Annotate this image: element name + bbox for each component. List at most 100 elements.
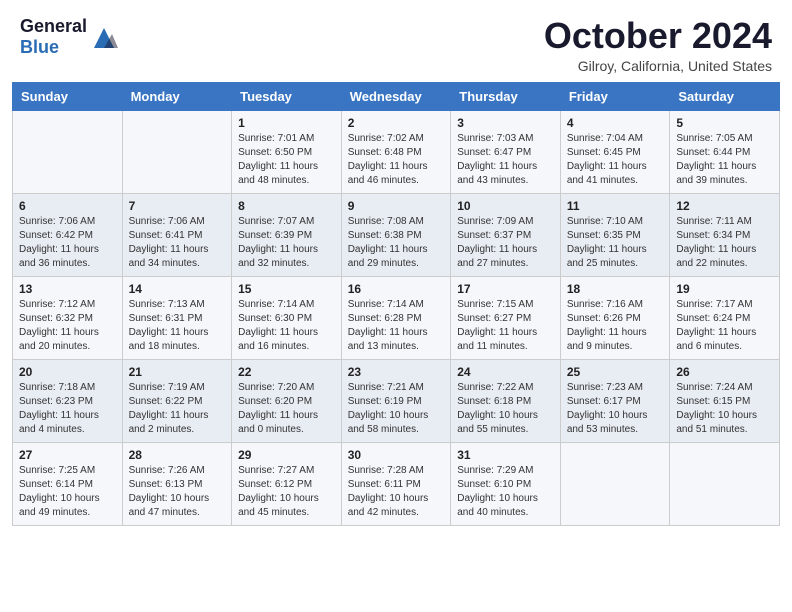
day-number: 9 (348, 199, 445, 213)
day-info: Sunrise: 7:12 AMSunset: 6:32 PMDaylight:… (19, 298, 116, 354)
day-number: 19 (676, 282, 773, 296)
day-number: 14 (129, 282, 226, 296)
day-number: 17 (457, 282, 554, 296)
day-info: Sunrise: 7:10 AMSunset: 6:35 PMDaylight:… (567, 215, 664, 271)
cell-w1-d5: 4 Sunrise: 7:04 AMSunset: 6:45 PMDaylight… (560, 110, 670, 193)
calendar-header: Sunday Monday Tuesday Wednesday Thursday… (13, 82, 780, 110)
calendar-wrapper: Sunday Monday Tuesday Wednesday Thursday… (0, 82, 792, 538)
day-info: Sunrise: 7:06 AMSunset: 6:41 PMDaylight:… (129, 215, 226, 271)
day-number: 1 (238, 116, 335, 130)
day-number: 6 (19, 199, 116, 213)
week-row-2: 6 Sunrise: 7:06 AMSunset: 6:42 PMDaylight… (13, 193, 780, 276)
day-info: Sunrise: 7:06 AMSunset: 6:42 PMDaylight:… (19, 215, 116, 271)
cell-w5-d0: 27Sunrise: 7:25 AMSunset: 6:14 PMDayligh… (13, 442, 123, 525)
day-info: Sunrise: 7:24 AMSunset: 6:15 PMDaylight:… (676, 381, 773, 437)
logo: General Blue (20, 16, 118, 57)
cell-w2-d2: 8 Sunrise: 7:07 AMSunset: 6:39 PMDaylight… (232, 193, 342, 276)
cell-w4-d4: 24 Sunrise: 7:22 AMSunset: 6:18 PMDayligh… (451, 359, 561, 442)
day-number: 29 (238, 448, 335, 462)
day-info: Sunrise: 7:17 AMSunset: 6:24 PMDaylight:… (676, 298, 773, 354)
logo-icon (90, 24, 118, 52)
day-number: 26 (676, 365, 773, 379)
day-number: 30 (348, 448, 445, 462)
day-info: Sunrise: 7:19 AMSunset: 6:22 PMDaylight:… (129, 381, 226, 437)
cell-w5-d1: 28 Sunrise: 7:26 AMSunset: 6:13 PMDayligh… (122, 442, 232, 525)
day-number: 18 (567, 282, 664, 296)
cell-w5-d3: 30Sunrise: 7:28 AMSunset: 6:11 PMDayligh… (341, 442, 451, 525)
cell-w5-d6 (670, 442, 780, 525)
day-info: Sunrise: 7:14 AMSunset: 6:28 PMDaylight:… (348, 298, 445, 354)
day-info: Sunrise: 7:09 AMSunset: 6:37 PMDaylight:… (457, 215, 554, 271)
day-info: Sunrise: 7:16 AMSunset: 6:26 PMDaylight:… (567, 298, 664, 354)
header-sunday: Sunday (13, 82, 123, 110)
day-info: Sunrise: 7:02 AMSunset: 6:48 PMDaylight:… (348, 132, 445, 188)
header: General Blue October 2024 Gilroy, Califo… (0, 0, 792, 82)
header-friday: Friday (560, 82, 670, 110)
cell-w4-d2: 22Sunrise: 7:20 AMSunset: 6:20 PMDayligh… (232, 359, 342, 442)
day-info: Sunrise: 7:27 AMSunset: 6:12 PMDaylight:… (238, 464, 335, 520)
day-info: Sunrise: 7:20 AMSunset: 6:20 PMDaylight:… (238, 381, 335, 437)
cell-w2-d3: 9Sunrise: 7:08 AMSunset: 6:38 PMDaylight… (341, 193, 451, 276)
cell-w3-d5: 18 Sunrise: 7:16 AMSunset: 6:26 PMDayligh… (560, 276, 670, 359)
day-number: 31 (457, 448, 554, 462)
cell-w5-d5 (560, 442, 670, 525)
day-info: Sunrise: 7:25 AMSunset: 6:14 PMDaylight:… (19, 464, 116, 520)
cell-w1-d4: 3Sunrise: 7:03 AMSunset: 6:47 PMDaylight… (451, 110, 561, 193)
week-row-5: 27Sunrise: 7:25 AMSunset: 6:14 PMDayligh… (13, 442, 780, 525)
cell-w4-d3: 23 Sunrise: 7:21 AMSunset: 6:19 PMDayligh… (341, 359, 451, 442)
day-info: Sunrise: 7:07 AMSunset: 6:39 PMDaylight:… (238, 215, 335, 271)
day-number: 12 (676, 199, 773, 213)
day-number: 10 (457, 199, 554, 213)
day-info: Sunrise: 7:11 AMSunset: 6:34 PMDaylight:… (676, 215, 773, 271)
cell-w3-d3: 16 Sunrise: 7:14 AMSunset: 6:28 PMDayligh… (341, 276, 451, 359)
week-row-3: 13 Sunrise: 7:12 AMSunset: 6:32 PMDayligh… (13, 276, 780, 359)
calendar-table: Sunday Monday Tuesday Wednesday Thursday… (12, 82, 780, 526)
cell-w2-d1: 7Sunrise: 7:06 AMSunset: 6:41 PMDaylight… (122, 193, 232, 276)
week-row-4: 20Sunrise: 7:18 AMSunset: 6:23 PMDayligh… (13, 359, 780, 442)
day-info: Sunrise: 7:21 AMSunset: 6:19 PMDaylight:… (348, 381, 445, 437)
title-block: October 2024 Gilroy, California, United … (544, 16, 772, 74)
day-number: 16 (348, 282, 445, 296)
day-info: Sunrise: 7:13 AMSunset: 6:31 PMDaylight:… (129, 298, 226, 354)
day-info: Sunrise: 7:29 AMSunset: 6:10 PMDaylight:… (457, 464, 554, 520)
cell-w1-d0 (13, 110, 123, 193)
day-number: 24 (457, 365, 554, 379)
cell-w1-d1 (122, 110, 232, 193)
day-info: Sunrise: 7:23 AMSunset: 6:17 PMDaylight:… (567, 381, 664, 437)
logo-text: General Blue (20, 16, 87, 57)
header-wednesday: Wednesday (341, 82, 451, 110)
cell-w5-d4: 31 Sunrise: 7:29 AMSunset: 6:10 PMDayligh… (451, 442, 561, 525)
weekday-header-row: Sunday Monday Tuesday Wednesday Thursday… (13, 82, 780, 110)
header-monday: Monday (122, 82, 232, 110)
logo-blue-text: Blue (20, 37, 87, 58)
cell-w3-d1: 14 Sunrise: 7:13 AMSunset: 6:31 PMDayligh… (122, 276, 232, 359)
day-number: 13 (19, 282, 116, 296)
day-info: Sunrise: 7:04 AMSunset: 6:45 PMDaylight:… (567, 132, 664, 188)
day-info: Sunrise: 7:15 AMSunset: 6:27 PMDaylight:… (457, 298, 554, 354)
cell-w1-d3: 2 Sunrise: 7:02 AMSunset: 6:48 PMDaylight… (341, 110, 451, 193)
month-title: October 2024 (544, 16, 772, 56)
cell-w3-d2: 15Sunrise: 7:14 AMSunset: 6:30 PMDayligh… (232, 276, 342, 359)
day-number: 8 (238, 199, 335, 213)
header-saturday: Saturday (670, 82, 780, 110)
day-info: Sunrise: 7:14 AMSunset: 6:30 PMDaylight:… (238, 298, 335, 354)
cell-w4-d1: 21Sunrise: 7:19 AMSunset: 6:22 PMDayligh… (122, 359, 232, 442)
page: General Blue October 2024 Gilroy, Califo… (0, 0, 792, 612)
cell-w2-d6: 12 Sunrise: 7:11 AMSunset: 6:34 PMDayligh… (670, 193, 780, 276)
location: Gilroy, California, United States (544, 58, 772, 74)
day-number: 20 (19, 365, 116, 379)
day-info: Sunrise: 7:22 AMSunset: 6:18 PMDaylight:… (457, 381, 554, 437)
day-number: 3 (457, 116, 554, 130)
day-number: 25 (567, 365, 664, 379)
day-info: Sunrise: 7:26 AMSunset: 6:13 PMDaylight:… (129, 464, 226, 520)
week-row-1: 1Sunrise: 7:01 AMSunset: 6:50 PMDaylight… (13, 110, 780, 193)
day-number: 28 (129, 448, 226, 462)
day-number: 23 (348, 365, 445, 379)
header-thursday: Thursday (451, 82, 561, 110)
day-number: 2 (348, 116, 445, 130)
day-number: 4 (567, 116, 664, 130)
logo-general-text: General (20, 16, 87, 37)
cell-w4-d5: 25 Sunrise: 7:23 AMSunset: 6:17 PMDayligh… (560, 359, 670, 442)
cell-w4-d6: 26 Sunrise: 7:24 AMSunset: 6:15 PMDayligh… (670, 359, 780, 442)
cell-w2-d4: 10 Sunrise: 7:09 AMSunset: 6:37 PMDayligh… (451, 193, 561, 276)
